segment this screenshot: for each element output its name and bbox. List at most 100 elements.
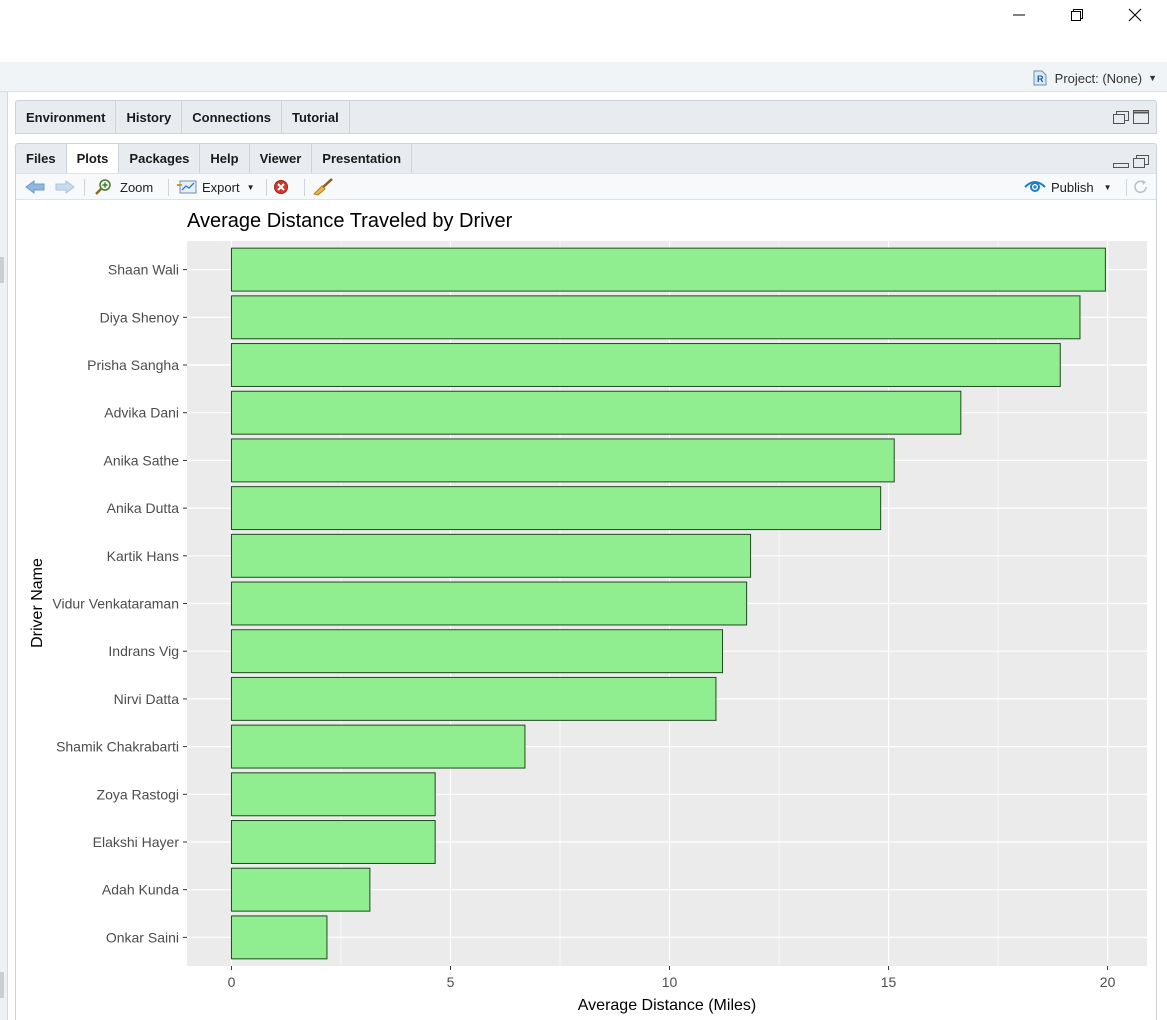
x-axis-title: Average Distance (Miles): [578, 997, 756, 1014]
chevron-down-icon: ▼: [1103, 182, 1112, 192]
bar: [230, 581, 748, 626]
publish-icon: [1024, 181, 1046, 192]
y-tick-label: Adah Kunda: [102, 882, 179, 898]
bar: [230, 772, 436, 817]
publish-button[interactable]: Publish ▼: [1024, 178, 1112, 196]
bar: [230, 533, 752, 578]
window-titlebar: [0, 0, 1167, 62]
restore-pane-icon[interactable]: [1112, 109, 1130, 125]
minimize-icon: [1013, 14, 1025, 16]
toolbar-divider: [1126, 179, 1127, 196]
back-button[interactable]: [24, 178, 46, 196]
pane-controls: [1112, 153, 1150, 169]
tab-environment[interactable]: Environment: [16, 101, 117, 133]
bar: [230, 724, 526, 769]
refresh-button[interactable]: [1132, 178, 1150, 196]
x-tick-labels: 0 5 10 15 20: [228, 966, 1116, 990]
x-tick-label: 5: [447, 974, 455, 990]
restore-pane-icon[interactable]: [1132, 153, 1150, 169]
y-tick-label: Prisha Sangha: [87, 357, 179, 373]
bar: [230, 915, 328, 960]
tab-plots[interactable]: Plots: [66, 144, 120, 173]
maximize-pane-icon[interactable]: [1132, 109, 1150, 125]
y-tick-label: Elakshi Hayer: [93, 834, 180, 850]
tab-presentation[interactable]: Presentation: [312, 144, 413, 173]
zoom-label: Zoom: [120, 179, 154, 195]
project-label: Project: (None): [1054, 70, 1143, 86]
toolbar-divider: [168, 179, 169, 196]
bar-chart: Average Distance Traveled by Driver Shaa…: [29, 210, 1147, 1014]
project-bar: R Project: (None) ▼: [0, 62, 1167, 92]
left-pane-edge: [0, 92, 8, 1020]
y-tick-label: Kartik Hans: [107, 548, 179, 564]
plot-viewer: Average Distance Traveled by Driver Shaa…: [16, 200, 1156, 1020]
svg-text:R: R: [1037, 74, 1044, 84]
x-tick-label: 20: [1100, 974, 1116, 990]
environment-tabs: Environment History Connections Tutorial: [16, 101, 1156, 133]
toolbar-divider: [304, 179, 305, 196]
tab-connections[interactable]: Connections: [182, 101, 282, 133]
bar: [230, 820, 436, 864]
plots-pane: Files Plots Packages Help Viewer Present…: [15, 143, 1157, 1020]
chart-title: Average Distance Traveled by Driver: [187, 210, 513, 232]
y-tick-label: Anika Dutta: [107, 500, 180, 516]
forward-button[interactable]: [54, 178, 76, 196]
arrow-left-icon: [25, 180, 45, 194]
y-axis-title: Driver Name: [29, 558, 46, 648]
y-tick-label: Advika Dani: [104, 405, 179, 421]
minimize-button[interactable]: [990, 0, 1048, 30]
tab-files[interactable]: Files: [16, 144, 67, 173]
restore-icon: [1071, 9, 1083, 21]
restore-button[interactable]: [1048, 0, 1106, 30]
tab-help[interactable]: Help: [200, 144, 250, 173]
bar: [230, 247, 1106, 292]
tab-history[interactable]: History: [116, 101, 183, 133]
y-tick-labels: Shaan Wali Diya Shenoy Prisha Sangha Advika…: [52, 262, 187, 945]
bar: [230, 390, 962, 435]
bar: [230, 343, 1061, 387]
y-tick-label: Onkar Saini: [106, 929, 179, 945]
bar: [230, 295, 1081, 340]
x-tick-label: 10: [662, 974, 678, 990]
x-tick-label: 0: [228, 974, 236, 990]
tab-viewer[interactable]: Viewer: [250, 144, 313, 173]
bar: [230, 676, 717, 721]
project-menu[interactable]: R Project: (None) ▼: [1031, 69, 1157, 87]
export-icon: [177, 180, 197, 194]
environment-pane: Environment History Connections Tutorial: [15, 100, 1157, 134]
tab-tutorial[interactable]: Tutorial: [282, 101, 350, 133]
y-tick-label: Anika Sathe: [104, 452, 180, 468]
remove-plot-button[interactable]: [273, 178, 291, 196]
broom-icon: [313, 178, 333, 196]
r-project-icon: R: [1033, 70, 1047, 86]
splitter-handle[interactable]: [0, 257, 4, 283]
zoom-button[interactable]: Zoom: [94, 178, 153, 196]
splitter-handle[interactable]: [0, 972, 4, 998]
plots-toolbar: Zoom Export ▼ Publish ▼: [16, 173, 1156, 200]
close-button[interactable]: [1106, 0, 1164, 30]
bar: [230, 629, 724, 674]
remove-plot-icon: [274, 180, 288, 194]
close-icon: [1128, 8, 1142, 22]
x-tick-label: 15: [881, 974, 897, 990]
publish-label: Publish: [1051, 179, 1094, 195]
pane-controls: [1112, 109, 1150, 125]
toolbar-divider: [84, 179, 85, 196]
clear-plots-button[interactable]: [312, 178, 334, 196]
tab-packages[interactable]: Packages: [119, 144, 201, 173]
arrow-right-icon: [55, 180, 75, 194]
chevron-down-icon: ▼: [246, 182, 255, 192]
y-tick-label: Zoya Rastogi: [97, 786, 179, 802]
toolbar-divider: [266, 179, 267, 196]
refresh-icon: [1134, 180, 1147, 194]
zoom-icon: [95, 179, 111, 195]
plots-tabs: Files Plots Packages Help Viewer Present…: [16, 144, 1156, 173]
chevron-down-icon: ▼: [1148, 73, 1157, 83]
bar: [230, 438, 895, 483]
export-button[interactable]: Export ▼: [177, 178, 255, 196]
minimize-pane-icon[interactable]: [1112, 153, 1130, 169]
y-tick-label: Vidur Venkataraman: [52, 596, 179, 612]
export-label: Export: [202, 179, 240, 195]
bar: [230, 486, 882, 531]
bar: [230, 867, 371, 912]
